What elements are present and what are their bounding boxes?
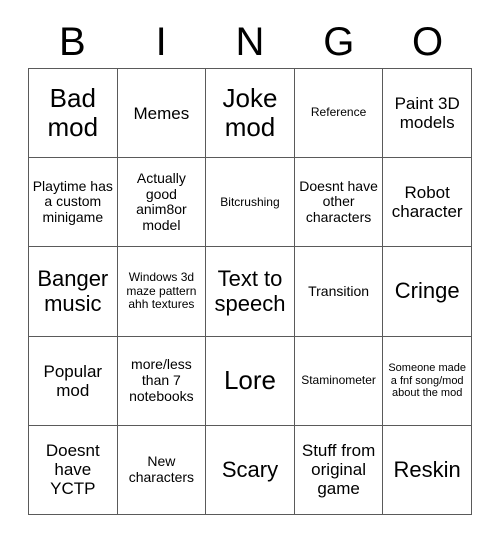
bingo-card: B I N G O Bad mod Memes Joke mod Referen… [0, 0, 500, 544]
bingo-row: Bad mod Memes Joke mod Reference Paint 3… [29, 69, 472, 159]
bingo-cell-label: Playtime has a custom minigame [32, 177, 113, 226]
bingo-cell[interactable]: New characters [117, 425, 207, 516]
bingo-header-letter-b: B [59, 20, 86, 64]
bingo-cell-label: Doesnt have other characters [299, 177, 378, 226]
bingo-cell[interactable]: Popular mod [29, 336, 118, 426]
bingo-cell[interactable]: Memes [117, 69, 207, 159]
bingo-cell-label: Doesnt have YCTP [45, 441, 100, 499]
bingo-header: B I N G O [28, 16, 472, 68]
bingo-cell-label: Reference [310, 105, 367, 120]
bingo-cell-label: Lore [223, 365, 276, 396]
bingo-header-letter-o: O [412, 20, 444, 64]
bingo-cell-label: Someone made a fnf song/mod about the mo… [388, 362, 466, 399]
bingo-cell[interactable]: Transition [294, 247, 384, 337]
bingo-cell-label: Bad mod [47, 82, 99, 143]
bingo-row: Doesnt have YCTP New characters Scary St… [29, 425, 472, 516]
bingo-cell[interactable]: Paint 3D models [383, 69, 472, 159]
bingo-cell[interactable]: Banger music [29, 247, 118, 337]
bingo-cell-label: Staminometer [301, 372, 376, 387]
bingo-cell-label: Transition [308, 282, 370, 299]
bingo-cell[interactable]: Cringe [383, 247, 472, 337]
bingo-cell-label: Text to speech [214, 265, 286, 316]
bingo-cell[interactable]: Lore [206, 336, 295, 426]
bingo-cell[interactable]: Actually good anim8or model [117, 158, 207, 248]
bingo-cell[interactable]: Joke mod [206, 69, 295, 159]
bingo-header-letter-n: N [235, 20, 265, 64]
bingo-grid: Bad mod Memes Joke mod Reference Paint 3… [28, 68, 472, 516]
bingo-cell[interactable]: Windows 3d maze pattern ahh textures [117, 247, 207, 337]
bingo-header-letter-i: I [155, 20, 167, 64]
bingo-cell[interactable]: Reference [294, 69, 384, 159]
bingo-row: Playtime has a custom minigame Actually … [29, 158, 472, 248]
bingo-cell[interactable]: Doesnt have YCTP [29, 425, 118, 516]
bingo-cell-label: more/less than 7 notebooks [129, 356, 194, 404]
bingo-cell-label: Paint 3D models [394, 94, 460, 133]
bingo-cell[interactable]: Reskin [383, 425, 472, 516]
bingo-cell[interactable]: Scary [206, 425, 295, 516]
bingo-cell-label: Joke mod [222, 82, 278, 143]
bingo-cell-label: Banger music [37, 265, 109, 316]
bingo-cell[interactable]: Playtime has a custom minigame [29, 158, 118, 248]
bingo-cell[interactable]: Bitcrushing [206, 158, 295, 248]
bingo-cell[interactable]: more/less than 7 notebooks [117, 336, 207, 426]
bingo-cell[interactable]: Stuff from original game [294, 425, 384, 516]
bingo-cell[interactable]: Bad mod [29, 69, 118, 159]
bingo-header-letter-g: G [323, 20, 355, 64]
bingo-cell-label: Memes [133, 103, 190, 123]
bingo-cell-label: Actually good anim8or model [136, 169, 187, 233]
bingo-cell-label: Windows 3d maze pattern ahh textures [126, 270, 197, 312]
bingo-cell[interactable]: Text to speech [206, 247, 295, 337]
bingo-row: Banger music Windows 3d maze pattern ahh… [29, 247, 472, 337]
bingo-row: Popular mod more/less than 7 notebooks L… [29, 336, 472, 426]
bingo-cell-label: Cringe [394, 278, 460, 304]
bingo-cell[interactable]: Doesnt have other characters [294, 158, 384, 248]
bingo-cell-label: Scary [221, 456, 279, 482]
bingo-cell-label: Stuff from original game [301, 441, 376, 499]
bingo-cell[interactable]: Someone made a fnf song/mod about the mo… [383, 336, 472, 426]
bingo-cell-label: New characters [128, 453, 195, 485]
bingo-cell-label: Reskin [393, 456, 461, 482]
bingo-cell[interactable]: Staminometer [294, 336, 384, 426]
bingo-cell-label: Popular mod [43, 361, 103, 400]
bingo-cell-label: Bitcrushing [220, 194, 280, 209]
bingo-cell-label: Robot character [391, 183, 463, 222]
bingo-cell[interactable]: Robot character [383, 158, 472, 248]
